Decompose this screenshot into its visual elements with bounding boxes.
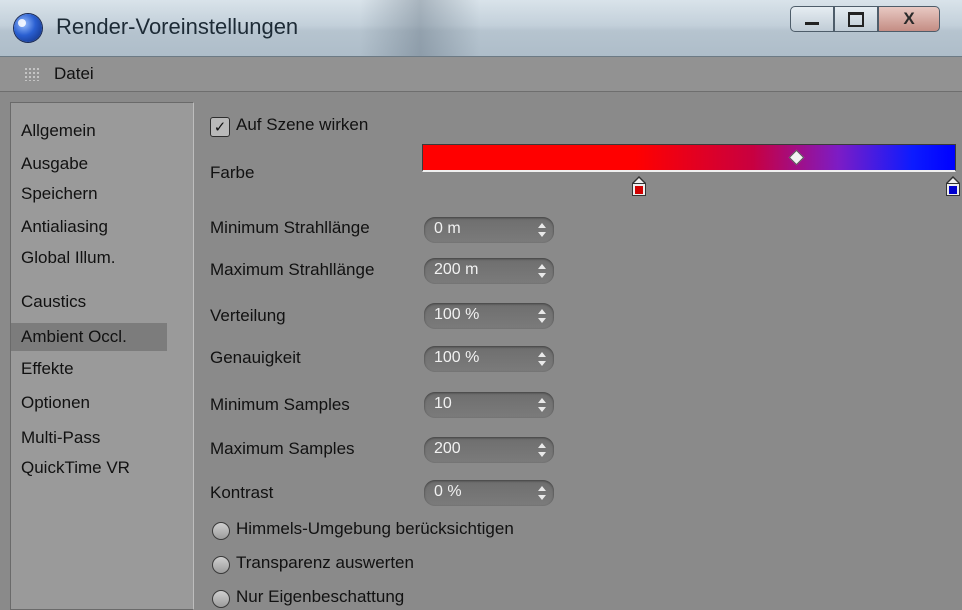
minimize-button[interactable]	[790, 6, 834, 32]
accuracy-label: Genauigkeit	[210, 348, 301, 367]
sidebar-item-optionen[interactable]: Optionen	[11, 389, 167, 417]
distribution-label: Verteilung	[210, 306, 286, 325]
minimize-icon	[805, 21, 819, 25]
close-icon: X	[903, 9, 915, 28]
cinema4d-sphere-icon	[14, 14, 42, 42]
max-ray-length-field[interactable]: 200 m	[424, 258, 554, 284]
accuracy-field[interactable]: 100 %	[424, 346, 554, 372]
sidebar-item-speichern[interactable]: Speichern	[11, 180, 167, 208]
self-shadowing-only-label: Nur Eigenbeschattung	[236, 587, 405, 606]
maximize-icon	[848, 11, 864, 27]
apply-scene-label: Auf Szene wirken	[236, 115, 369, 134]
field-value: 100 %	[434, 306, 480, 323]
color-label: Farbe	[210, 163, 255, 182]
sidebar-item-quicktime-vr[interactable]: QuickTime VR	[11, 454, 167, 482]
menu-file[interactable]: Datei	[54, 64, 94, 84]
field-value: 10	[434, 395, 452, 412]
spinner-arrows-icon[interactable]	[538, 309, 546, 323]
maximize-button[interactable]	[834, 6, 878, 32]
color-gradient-bar[interactable]	[422, 144, 956, 172]
spinner-arrows-icon[interactable]	[538, 352, 546, 366]
max-samples-field[interactable]: 200	[424, 437, 554, 463]
knot-swatch-red	[635, 186, 643, 194]
spinner-arrows-icon[interactable]	[538, 223, 546, 237]
sidebar-item-ambient-occl[interactable]: Ambient Occl.	[11, 323, 167, 351]
min-samples-field[interactable]: 10	[424, 392, 554, 418]
self-shadowing-only-checkbox[interactable]	[212, 590, 230, 608]
knot-swatch-blue	[949, 186, 957, 194]
field-value: 0 m	[434, 220, 461, 237]
sidebar-item-antialiasing[interactable]: Antialiasing	[11, 213, 167, 241]
sidebar-item-caustics[interactable]: Caustics	[11, 288, 167, 316]
field-value: 200	[434, 440, 461, 457]
title-bar[interactable]: Render-Voreinstellungen X	[0, 0, 962, 57]
evaluate-transparency-label: Transparenz auswerten	[236, 553, 414, 572]
sky-environment-checkbox[interactable]	[212, 522, 230, 540]
field-value: 100 %	[434, 349, 480, 366]
max-ray-length-label: Maximum Strahllänge	[210, 260, 375, 279]
grip-icon[interactable]	[24, 67, 40, 81]
sidebar-item-effekte[interactable]: Effekte	[11, 355, 167, 383]
gradient-knot-blue[interactable]	[946, 176, 960, 196]
spinner-arrows-icon[interactable]	[538, 443, 546, 457]
max-samples-label: Maximum Samples	[210, 439, 355, 458]
title-bar-sheen	[360, 0, 480, 56]
field-value: 0 %	[434, 483, 462, 500]
close-button[interactable]: X	[878, 6, 940, 32]
evaluate-transparency-checkbox[interactable]	[212, 556, 230, 574]
spinner-arrows-icon[interactable]	[538, 398, 546, 412]
sidebar-item-ausgabe[interactable]: Ausgabe	[11, 150, 167, 178]
min-ray-length-field[interactable]: 0 m	[424, 217, 554, 243]
sidebar: Allgemein Ausgabe Speichern Antialiasing…	[10, 102, 194, 610]
window-title: Render-Voreinstellungen	[56, 14, 299, 39]
checkmark-icon: ✓	[213, 119, 227, 136]
distribution-field[interactable]: 100 %	[424, 303, 554, 329]
contrast-label: Kontrast	[210, 483, 274, 502]
menu-bar: Datei	[0, 57, 962, 92]
gradient-knot-red[interactable]	[632, 176, 646, 196]
spinner-arrows-icon[interactable]	[538, 264, 546, 278]
contrast-field[interactable]: 0 %	[424, 480, 554, 506]
spinner-arrows-icon[interactable]	[538, 486, 546, 500]
apply-scene-checkbox[interactable]: ✓	[210, 117, 230, 137]
window-controls: X	[790, 6, 940, 32]
min-ray-length-label: Minimum Strahllänge	[210, 218, 370, 237]
sidebar-item-multi-pass[interactable]: Multi-Pass	[11, 424, 167, 452]
sidebar-item-allgemein[interactable]: Allgemein	[11, 117, 167, 145]
field-value: 200 m	[434, 261, 479, 278]
min-samples-label: Minimum Samples	[210, 395, 350, 414]
sky-environment-label: Himmels-Umgebung berücksichtigen	[236, 519, 514, 538]
sidebar-item-global-illum[interactable]: Global Illum.	[11, 244, 167, 272]
